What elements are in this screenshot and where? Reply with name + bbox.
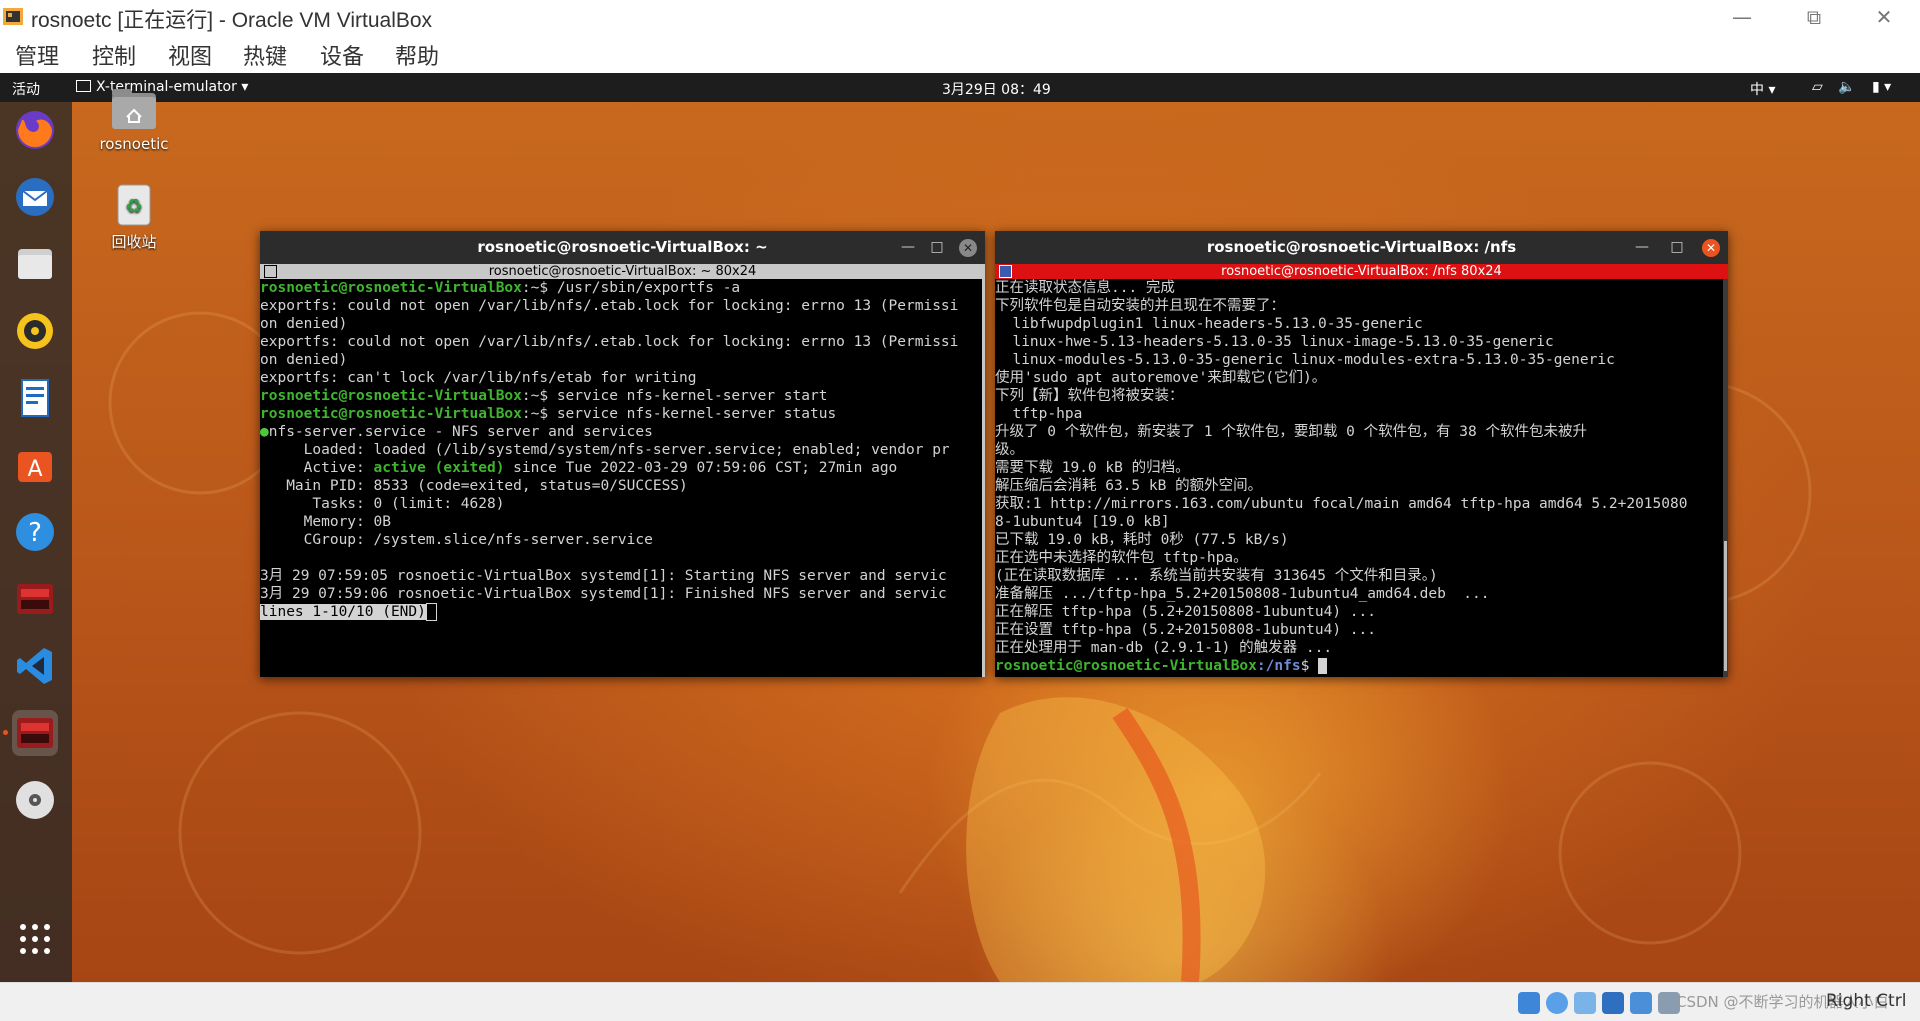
status-dot-icon: ●	[260, 424, 269, 440]
menu-control[interactable]: 控制	[92, 39, 136, 71]
desktop-icon-label: 回收站	[111, 233, 157, 251]
dock: A ?	[0, 102, 72, 982]
minimize-button[interactable]: —	[1706, 0, 1778, 35]
terminal-window-left[interactable]: rosnoetic@rosnoetic-VirtualBox: ~ — □ ✕ …	[260, 231, 985, 677]
trash-icon: ♻	[117, 184, 151, 226]
writer-icon[interactable]	[12, 375, 58, 421]
host-status-bar: CSDN @不断学习的机器人小白 Right Ctrl	[0, 982, 1920, 1021]
software-icon[interactable]: A	[12, 442, 58, 488]
terminal-icon[interactable]	[12, 576, 58, 622]
terminal-left-header: rosnoetic@rosnoetic-VirtualBox: ~ — □ ✕	[260, 231, 985, 264]
terminal-active-icon[interactable]	[12, 710, 58, 756]
thunderbird-icon[interactable]	[12, 174, 58, 220]
help-icon[interactable]: ?	[12, 509, 58, 555]
terminal-window-right[interactable]: rosnoetic@rosnoetic-VirtualBox: /nfs — □…	[995, 231, 1728, 677]
rhythmbox-icon[interactable]	[12, 308, 58, 354]
input-method-indicator[interactable]: 中 ▾	[1750, 79, 1775, 99]
firefox-icon[interactable]	[12, 107, 58, 153]
dvd-icon[interactable]	[12, 777, 58, 823]
menu-help[interactable]: 帮助	[395, 39, 439, 71]
volume-icon[interactable]: 🔈	[1838, 79, 1855, 95]
terminal-left-scrollbar[interactable]	[982, 279, 985, 677]
activities-button[interactable]: 活动	[12, 79, 40, 99]
terminal-right-maximize[interactable]: □	[1662, 231, 1692, 264]
menu-view[interactable]: 视图	[168, 39, 212, 71]
app-grid-icon[interactable]	[12, 916, 58, 962]
close-button[interactable]: ✕	[1848, 0, 1920, 35]
audio-status-icon[interactable]	[1574, 992, 1596, 1014]
hdd-status-icon[interactable]	[1518, 992, 1540, 1014]
menu-devices[interactable]: 设备	[320, 39, 364, 71]
desktop-trash[interactable]: ♻ 回收站	[89, 181, 179, 252]
files-icon[interactable]	[12, 241, 58, 287]
host-key-label: Right Ctrl	[1826, 991, 1907, 1011]
host-menu-bar: 管理 控制 视图 热键 设备 帮助	[0, 35, 1920, 73]
svg-text:?: ?	[28, 518, 42, 548]
optical-status-icon[interactable]	[1546, 992, 1568, 1014]
terminal-right-header: rosnoetic@rosnoetic-VirtualBox: /nfs — □…	[995, 231, 1728, 264]
usb-status-icon[interactable]	[1630, 992, 1652, 1014]
active-indicator	[3, 730, 8, 735]
terminal-right-subtitle: rosnoetic@rosnoetic-VirtualBox: /nfs 80x…	[995, 264, 1728, 279]
cursor	[1318, 658, 1327, 674]
network-icon[interactable]: ▱	[1812, 79, 1823, 95]
split-icon	[999, 265, 1012, 278]
clock[interactable]: 3月29日 08：49	[942, 79, 1051, 99]
terminal-left-subtitle: rosnoetic@rosnoetic-VirtualBox: ~ 80x24	[260, 264, 985, 279]
home-folder-icon	[112, 89, 156, 129]
terminal-right-minimize[interactable]: —	[1627, 231, 1657, 264]
desktop-home-folder[interactable]: rosnoetic	[89, 87, 179, 153]
desktop-icon-label: rosnoetic	[99, 135, 169, 153]
terminal-left-maximize[interactable]: □	[922, 231, 952, 264]
gnome-top-bar: 活动 X-terminal-emulator ▾ 3月29日 08：49 中 ▾…	[0, 73, 1920, 102]
terminal-right-close[interactable]: ✕	[1702, 239, 1720, 257]
split-icon	[264, 265, 277, 278]
svg-text:♻: ♻	[125, 194, 143, 218]
svg-text:A: A	[27, 457, 42, 482]
network-status-icon[interactable]	[1602, 992, 1624, 1014]
terminal-left-output[interactable]: rosnoetic@rosnoetic-VirtualBox:~$ /usr/s…	[260, 279, 980, 677]
guest-screen: 活动 X-terminal-emulator ▾ 3月29日 08：49 中 ▾…	[0, 73, 1920, 982]
vscode-icon[interactable]	[12, 643, 58, 689]
host-window-title: rosnoetc [正在运行] - Oracle VM VirtualBox	[31, 9, 433, 32]
menu-manage[interactable]: 管理	[15, 39, 59, 71]
terminal-right-scroll-thumb[interactable]	[1724, 541, 1727, 671]
terminal-right-title: rosnoetic@rosnoetic-VirtualBox: /nfs	[1206, 238, 1517, 256]
terminal-left-title: rosnoetic@rosnoetic-VirtualBox: ~	[477, 238, 768, 256]
terminal-left-minimize[interactable]: —	[893, 231, 923, 264]
battery-icon[interactable]: ▮ ▾	[1872, 79, 1891, 95]
menu-hotkey[interactable]: 热键	[243, 39, 287, 71]
terminal-left-close[interactable]: ✕	[959, 239, 977, 257]
virtualbox-icon	[3, 8, 23, 25]
host-title-bar: rosnoetc [正在运行] - Oracle VM VirtualBox —…	[0, 0, 1920, 35]
terminal-right-output[interactable]: 正在读取状态信息... 完成 下列软件包是自动安装的并且现在不需要了： libf…	[995, 279, 1715, 677]
restore-button[interactable]: ⧉	[1778, 0, 1850, 35]
